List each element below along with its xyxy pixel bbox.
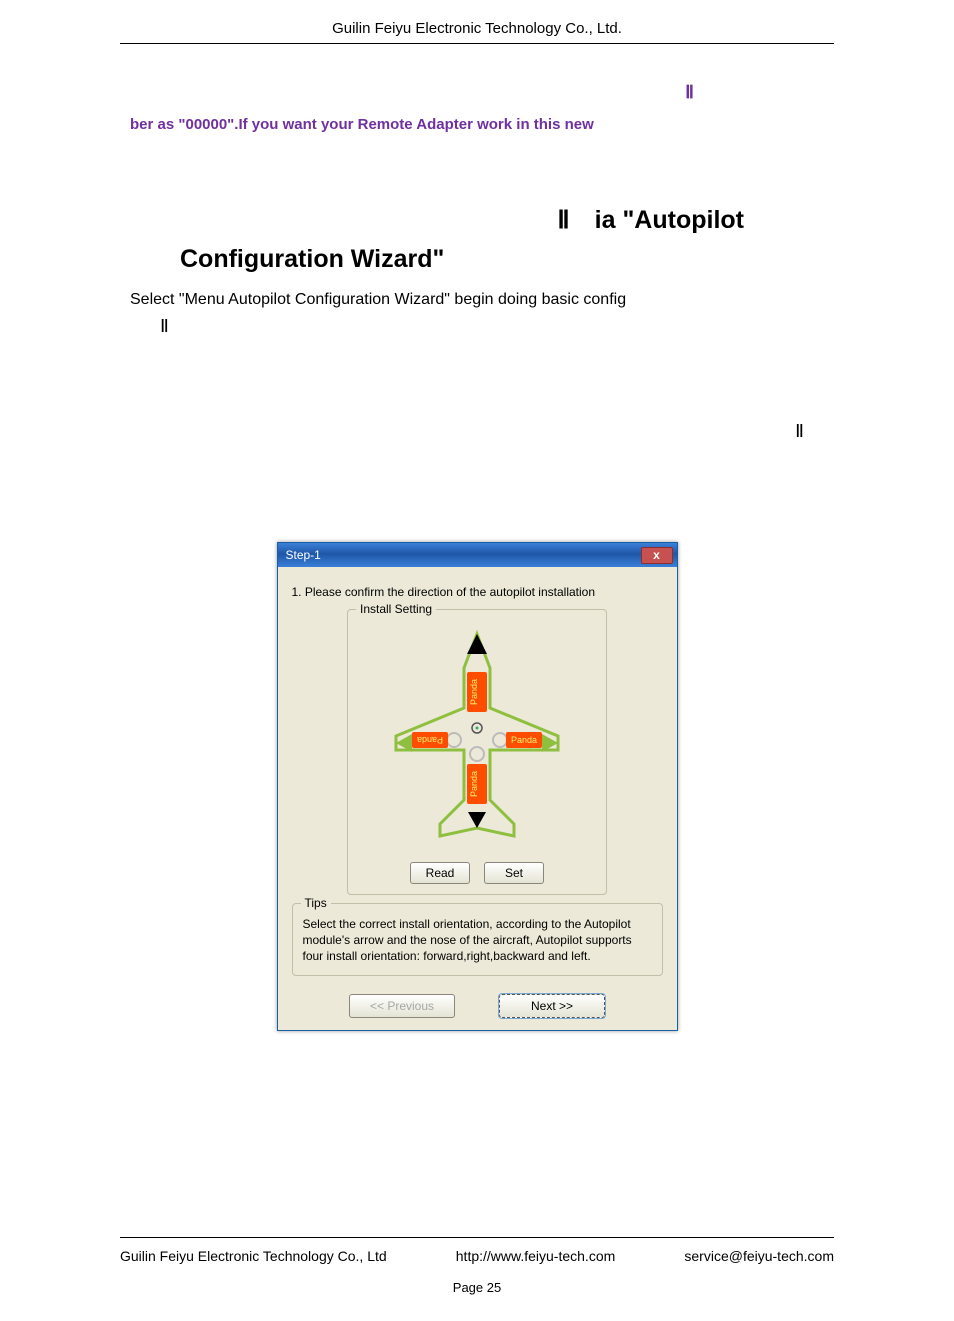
heading-text-1: ia "Autopilot xyxy=(595,206,744,234)
pi-symbol-below: Ⅱ xyxy=(130,316,824,337)
plane-diagram: Panda Panda Panda Panda xyxy=(358,622,596,858)
panda-label: Panda xyxy=(469,679,479,705)
install-setting-group: Install Setting xyxy=(347,609,607,895)
close-button[interactable]: x xyxy=(641,547,673,564)
pos-circle xyxy=(470,747,484,761)
close-icon: x xyxy=(653,548,660,562)
page-number: Page 25 xyxy=(0,1280,954,1295)
paragraph-text: Select "Menu Autopilot Configuration Wiz… xyxy=(130,288,824,312)
pi-symbol: Ⅱ xyxy=(685,82,694,102)
tips-title: Tips xyxy=(301,896,331,910)
purple-fragment-pi: Ⅱ xyxy=(130,74,824,110)
page-footer: Guilin Feiyu Electronic Technology Co., … xyxy=(0,1237,954,1295)
section-heading-line1: Ⅱ ia "Autopilot xyxy=(130,205,824,235)
panda-label: Panda xyxy=(417,735,443,745)
wizard-dialog: Step-1 x 1. Please confirm the direction… xyxy=(277,542,678,1031)
pi-symbol: Ⅱ xyxy=(557,207,569,234)
footer-email: service@feiyu-tech.com xyxy=(684,1248,834,1264)
step-instruction: 1. Please confirm the direction of the a… xyxy=(292,585,663,599)
dialog-body: 1. Please confirm the direction of the a… xyxy=(278,567,677,1030)
pos-circle xyxy=(447,733,461,747)
arrow-up-icon xyxy=(467,634,487,654)
footer-rule xyxy=(120,1237,834,1238)
pi-symbol-right: Ⅱ xyxy=(130,421,824,442)
body-area: Ⅱ ber as "00000".If you want your Remote… xyxy=(0,44,954,1031)
tips-text: Select the correct install orientation, … xyxy=(303,916,652,965)
pi-symbol: Ⅱ xyxy=(160,316,169,336)
install-setting-title: Install Setting xyxy=(356,602,436,616)
center-dot-fill xyxy=(476,727,479,730)
read-button[interactable]: Read xyxy=(410,862,470,884)
set-button[interactable]: Set xyxy=(484,862,544,884)
purple-fragment-line: ber as "00000".If you want your Remote A… xyxy=(130,110,824,140)
dialog-title: Step-1 xyxy=(286,548,321,562)
tips-group: Tips Select the correct install orientat… xyxy=(292,903,663,976)
dialog-titlebar[interactable]: Step-1 x xyxy=(278,543,677,567)
next-button[interactable]: Next >> xyxy=(499,994,605,1018)
pi-symbol: Ⅱ xyxy=(795,421,804,441)
footer-url: http://www.feiyu-tech.com xyxy=(456,1248,616,1264)
page-header-title: Guilin Feiyu Electronic Technology Co., … xyxy=(0,10,954,43)
section-heading-line2: Configuration Wizard" xyxy=(130,245,824,274)
pos-circle xyxy=(493,733,507,747)
footer-company: Guilin Feiyu Electronic Technology Co., … xyxy=(120,1248,387,1264)
arrow-down-icon xyxy=(468,812,486,828)
previous-button: << Previous xyxy=(349,994,455,1018)
plane-svg: Panda Panda Panda Panda xyxy=(382,628,572,848)
panda-label: Panda xyxy=(511,735,537,745)
panda-label: Panda xyxy=(469,771,479,797)
